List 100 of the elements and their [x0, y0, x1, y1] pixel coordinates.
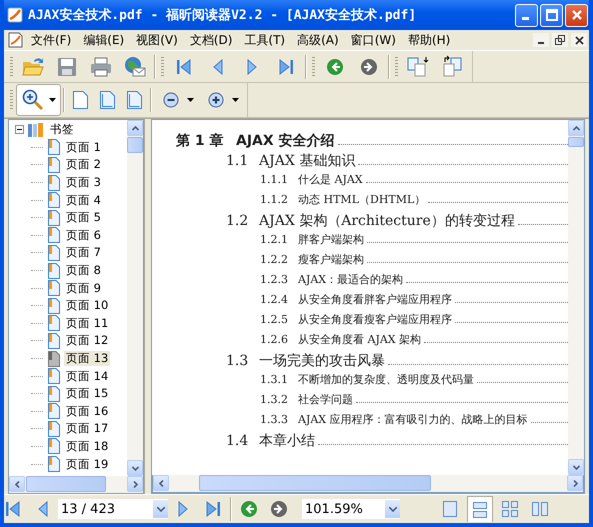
menu-item[interactable]: 窗口(W) — [344, 30, 402, 50]
toc-title: 不断增加的复杂度、透明度及代码量 — [298, 372, 474, 387]
toc-number: 1.3.2 — [260, 393, 289, 406]
bookmark-page-icon — [47, 368, 61, 384]
toc-number: 1.3 — [226, 353, 250, 369]
toc-title: 什么是 AJAX — [298, 172, 363, 187]
caret-icon[interactable] — [49, 98, 56, 102]
tree-item[interactable]: 页面 10 — [64, 298, 110, 314]
tree-item[interactable]: 页面 17 — [64, 421, 110, 436]
two-page-icon — [531, 500, 549, 518]
toc-title: AJAX 应用程序：富有吸引力的、战略上的目标 — [298, 412, 528, 427]
tree-item[interactable]: 页面 19 — [64, 456, 110, 472]
email-icon[interactable] — [123, 54, 147, 78]
tree-item[interactable]: 页面 12 — [64, 333, 110, 348]
menu-item[interactable]: 帮助(H) — [402, 30, 456, 50]
bookmark-page-icon — [47, 262, 61, 279]
tree-item[interactable]: 页面 6 — [64, 228, 103, 243]
tree-item[interactable]: 页面 8 — [64, 263, 103, 278]
zoom-field[interactable]: 101.59% — [302, 499, 400, 519]
tree-item[interactable]: 页面 11 — [64, 316, 110, 331]
scroll-thumb[interactable] — [26, 476, 106, 492]
page-copy-icon[interactable] — [406, 54, 430, 78]
toc-title: 胖客户端架构 — [298, 232, 364, 247]
minimize-button[interactable] — [515, 4, 538, 26]
caret-icon[interactable] — [187, 98, 194, 102]
menu-item[interactable]: 视图(V) — [130, 30, 184, 50]
bookmark-page-icon — [47, 174, 61, 191]
toc-number: 1.2.3 — [260, 273, 289, 286]
tree-item[interactable]: 页面 3 — [64, 175, 103, 190]
maximize-icon — [546, 9, 558, 21]
tree-item[interactable]: 页面 7 — [64, 245, 103, 260]
tree-item[interactable]: 页面 9 — [64, 280, 103, 296]
restore-button[interactable] — [552, 33, 568, 47]
horizontal-scrollbar[interactable] — [152, 475, 584, 493]
minimize-button[interactable] — [533, 33, 549, 47]
tree-item[interactable]: 页面 16 — [64, 404, 110, 419]
page-icon[interactable] — [99, 90, 116, 110]
tree-item[interactable]: 页面 1 — [64, 140, 103, 155]
scroll-right-button[interactable] — [567, 475, 583, 491]
print-icon[interactable] — [89, 54, 113, 78]
menu-item[interactable]: 工具(T) — [238, 30, 292, 50]
toc-title: AJAX：最适合的架构 — [298, 272, 404, 287]
bookmark-page-icon — [47, 403, 61, 420]
scroll-left-button[interactable] — [153, 475, 169, 491]
tree-item[interactable]: 页面 13 — [64, 351, 110, 366]
tree-item[interactable]: 书签 — [48, 122, 76, 138]
toc-number: 1.2 — [226, 213, 250, 229]
scroll-down-button[interactable] — [568, 459, 584, 475]
toc-number: 1.2.4 — [260, 293, 289, 306]
bookmark-page-icon — [47, 315, 61, 332]
toc-number: 1.4 — [226, 433, 250, 449]
scroll-up-button[interactable] — [127, 120, 143, 136]
toc-number: 1.1 — [226, 153, 250, 169]
page-icon[interactable] — [72, 90, 89, 110]
scroll-thumb[interactable] — [199, 475, 431, 491]
restore-icon — [555, 35, 565, 45]
bookmark-page-icon — [47, 192, 61, 208]
scroll-thumb[interactable] — [127, 137, 143, 153]
zoom-in-tool-icon[interactable] — [21, 88, 45, 112]
tree-item[interactable]: 页面 4 — [64, 192, 103, 208]
tree-item[interactable]: 页面 14 — [64, 368, 110, 384]
document-icon — [7, 31, 25, 49]
view-mode-button[interactable] — [467, 496, 493, 522]
horizontal-scrollbar[interactable] — [8, 476, 144, 494]
toc-title: 瘦客户端架构 — [298, 252, 364, 267]
menu-item[interactable]: 文件(F) — [25, 30, 78, 50]
bookmark-page-icon — [47, 332, 61, 349]
scroll-right-button[interactable] — [127, 476, 143, 492]
scroll-thumb[interactable] — [568, 137, 584, 147]
close-icon — [574, 36, 584, 44]
bookmark-page-icon — [47, 139, 61, 156]
tree-item[interactable]: 页面 15 — [64, 386, 110, 402]
bookmark-page-icon — [47, 298, 61, 314]
toc-title: AJAX 架构（Architecture）的转变过程 — [259, 212, 515, 230]
menu-item[interactable]: 高级(A) — [291, 30, 345, 50]
scroll-up-button[interactable] — [568, 120, 584, 136]
toc-number: 1.3.1 — [260, 373, 289, 386]
close-button[interactable] — [571, 33, 587, 47]
maximize-button[interactable] — [540, 4, 563, 26]
toc-number: 1.3.3 — [260, 413, 289, 426]
collapse-icon[interactable] — [15, 125, 24, 134]
toc-number: 第 1 章 — [176, 132, 224, 150]
caret-icon[interactable] — [232, 98, 239, 102]
vertical-scrollbar[interactable] — [127, 120, 143, 476]
scroll-down-button[interactable] — [127, 460, 143, 476]
tree-item[interactable]: 页面 2 — [64, 157, 103, 172]
scroll-left-button[interactable] — [9, 476, 25, 492]
bookmark-page-icon — [47, 244, 61, 261]
bookmark-page-icon — [47, 350, 61, 367]
toc-number: 1.2.5 — [260, 313, 289, 326]
toc-title: 本章小结 — [259, 432, 315, 450]
menu-item[interactable]: 编辑(E) — [77, 30, 130, 50]
page-icon[interactable] — [126, 90, 143, 110]
page-number-field[interactable]: 13 / 423 — [58, 499, 168, 519]
menu-item[interactable]: 文档(D) — [184, 30, 238, 50]
vertical-scrollbar[interactable] — [568, 120, 584, 475]
close-button[interactable] — [565, 4, 588, 26]
tree-item[interactable]: 页面 18 — [64, 438, 110, 454]
tree-item[interactable]: 页面 5 — [64, 210, 103, 226]
bookmark-page-icon — [47, 227, 61, 244]
